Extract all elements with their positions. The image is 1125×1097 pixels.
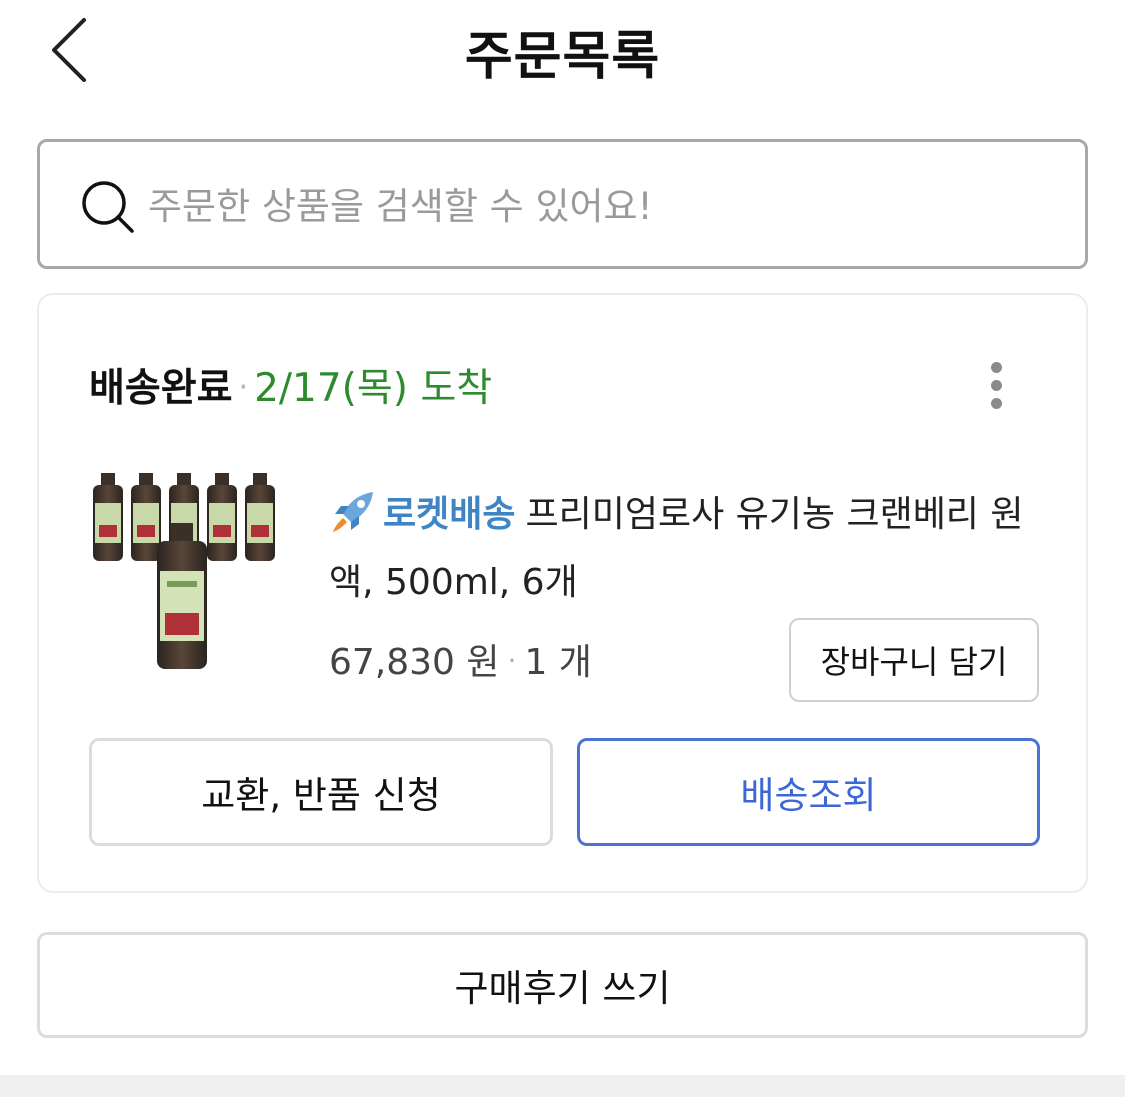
product-info: 로켓배송 프리미엄로사 유기농 크랜베리 원액, 500ml, 6개	[329, 481, 1029, 617]
exchange-return-button[interactable]: 교환, 반품 신청	[89, 738, 553, 846]
search-bar[interactable]	[37, 139, 1088, 269]
track-delivery-button[interactable]: 배송조회	[577, 738, 1040, 846]
rocket-icon	[329, 488, 379, 536]
product-quantity: 1 개	[524, 642, 592, 683]
add-to-cart-button[interactable]: 장바구니 담기	[789, 618, 1039, 702]
order-card: 배송완료 · 2/17(목) 도착 로켓배송 프리미엄로사 유기농 크랜베리 원…	[37, 293, 1088, 893]
search-icon	[80, 179, 136, 235]
price-row: 67,830 원 · 1 개	[329, 633, 592, 685]
product-image[interactable]	[89, 473, 284, 669]
status-separator: ·	[238, 370, 249, 405]
rocket-delivery-label: 로켓배송	[383, 494, 516, 535]
search-input[interactable]	[148, 166, 1048, 246]
bottom-divider	[0, 1075, 1125, 1097]
delivery-status: 배송완료	[89, 366, 233, 411]
price-separator: ·	[507, 644, 517, 677]
product-price: 67,830 원	[329, 642, 500, 683]
arrival-date: 2/17(목) 도착	[254, 366, 493, 411]
write-review-button[interactable]: 구매후기 쓰기	[37, 932, 1088, 1038]
order-status-row: 배송완료 · 2/17(목) 도착	[89, 357, 492, 413]
page-title: 주문목록	[464, 27, 661, 87]
app-header: 주문목록	[0, 0, 1125, 100]
product-title[interactable]: 로켓배송 프리미엄로사 유기농 크랜베리 원액, 500ml, 6개	[329, 481, 1029, 617]
more-vertical-icon[interactable]	[981, 355, 1013, 415]
